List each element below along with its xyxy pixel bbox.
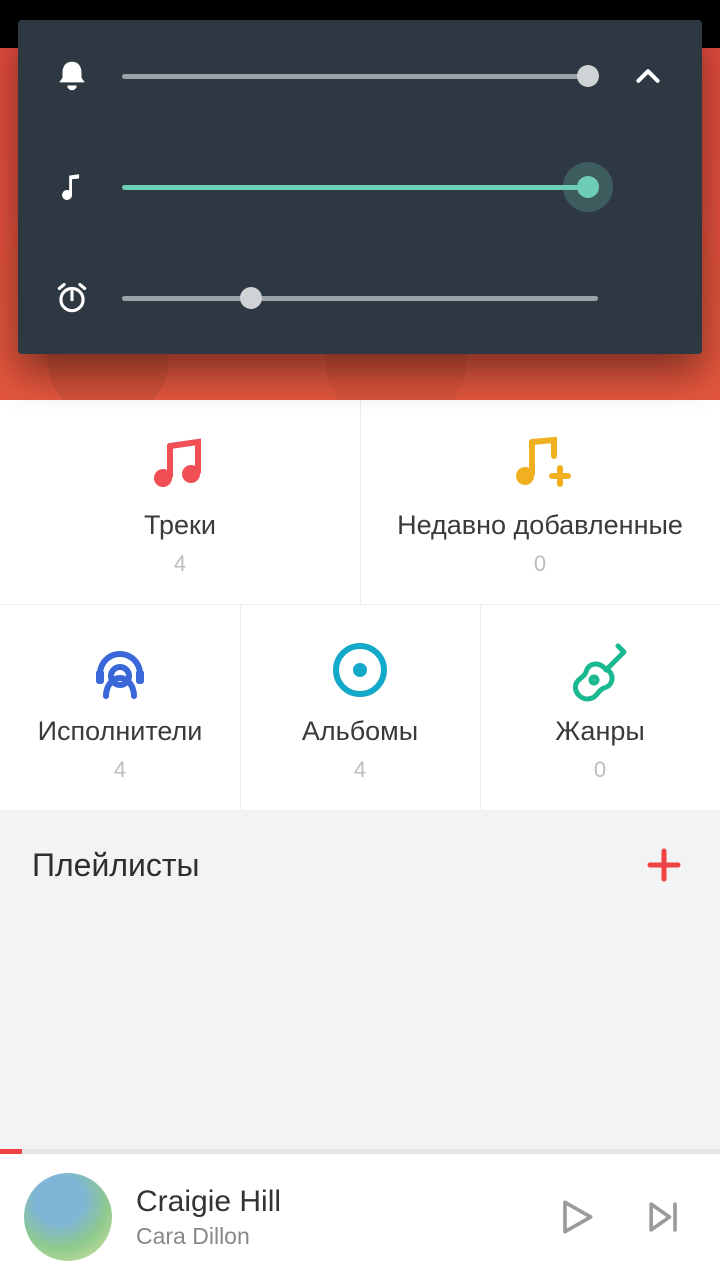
library-tiles: Треки 4 Недавно добавленные 0 Исполнител… bbox=[0, 400, 720, 811]
tile-tracks-count: 4 bbox=[174, 551, 186, 577]
tile-genres-count: 0 bbox=[594, 757, 606, 783]
tile-albums-label: Альбомы bbox=[302, 716, 418, 747]
track-artist: Cara Dillon bbox=[136, 1223, 520, 1250]
playlists-section: Плейлисты bbox=[0, 810, 720, 1154]
media-volume-slider[interactable] bbox=[122, 167, 598, 207]
tile-artists-count: 4 bbox=[114, 757, 126, 783]
chevron-up-icon bbox=[632, 60, 664, 92]
play-icon bbox=[554, 1195, 598, 1239]
music-note-icon bbox=[48, 163, 96, 211]
tile-recent-count: 0 bbox=[534, 551, 546, 577]
guitar-icon bbox=[568, 638, 632, 702]
alarm-icon bbox=[48, 274, 96, 322]
track-title: Craigie Hill bbox=[136, 1185, 520, 1219]
mini-player[interactable]: Craigie Hill Cara Dillon bbox=[0, 1154, 720, 1280]
tile-genres[interactable]: Жанры 0 bbox=[480, 605, 720, 811]
disc-icon bbox=[328, 638, 392, 702]
play-button[interactable] bbox=[544, 1185, 608, 1249]
tile-albums[interactable]: Альбомы 4 bbox=[240, 605, 480, 811]
collapse-button[interactable] bbox=[624, 52, 672, 100]
track-info[interactable]: Craigie Hill Cara Dillon bbox=[136, 1185, 520, 1250]
tile-tracks[interactable]: Треки 4 bbox=[0, 400, 360, 604]
music-note-icon bbox=[148, 432, 212, 496]
tile-recent[interactable]: Недавно добавленные 0 bbox=[360, 400, 720, 604]
bell-icon bbox=[48, 52, 96, 100]
tile-recent-label: Недавно добавленные bbox=[397, 510, 683, 541]
next-button[interactable] bbox=[632, 1185, 696, 1249]
plus-icon bbox=[644, 845, 684, 885]
playlists-title: Плейлисты bbox=[32, 847, 200, 884]
add-playlist-button[interactable] bbox=[640, 841, 688, 889]
headphones-user-icon bbox=[88, 638, 152, 702]
tile-artists-label: Исполнители bbox=[38, 716, 203, 747]
tile-artists[interactable]: Исполнители 4 bbox=[0, 605, 240, 811]
album-art[interactable] bbox=[24, 1173, 112, 1261]
volume-panel bbox=[18, 20, 702, 354]
alarm-volume-slider[interactable] bbox=[122, 278, 598, 318]
next-icon bbox=[642, 1195, 686, 1239]
tile-genres-label: Жанры bbox=[555, 716, 645, 747]
tile-tracks-label: Треки bbox=[144, 510, 216, 541]
music-plus-icon bbox=[508, 432, 572, 496]
tile-albums-count: 4 bbox=[354, 757, 366, 783]
notification-volume-slider[interactable] bbox=[122, 56, 598, 96]
